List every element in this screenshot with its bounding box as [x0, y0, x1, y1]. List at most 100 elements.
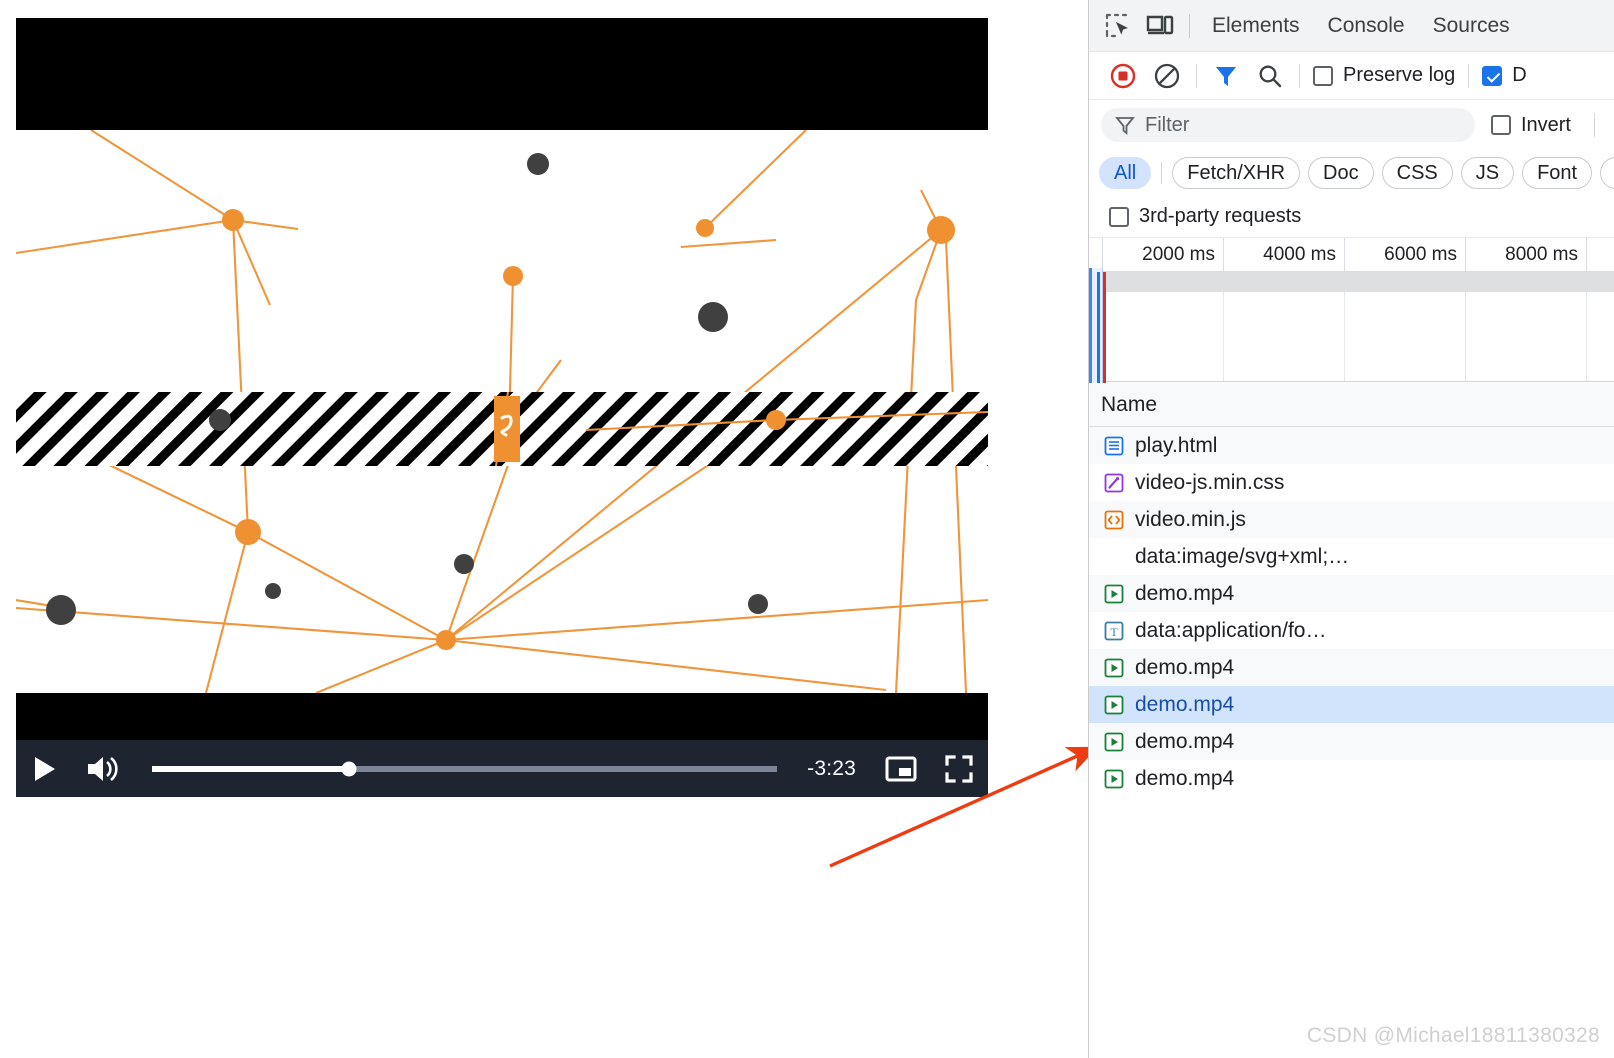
js-icon: [1103, 509, 1125, 531]
resource-type-filters: All Fetch/XHR Doc CSS JS Font Im: [1089, 150, 1614, 196]
time-remaining: -3:23: [807, 756, 856, 780]
browser-page-pane: -3:23: [0, 0, 1088, 1058]
tab-console[interactable]: Console: [1314, 0, 1419, 52]
request-name: demo.mp4: [1135, 655, 1235, 679]
video-letterbox-bottom: [16, 693, 988, 740]
request-name: play.html: [1135, 433, 1218, 457]
video-control-bar[interactable]: -3:23: [16, 740, 988, 797]
type-filter-doc[interactable]: Doc: [1308, 157, 1374, 189]
third-party-row: 3rd-party requests: [1089, 196, 1614, 238]
filter-icon[interactable]: [1204, 54, 1248, 98]
table-row[interactable]: demo.mp4: [1089, 760, 1614, 797]
invert-checkbox[interactable]: Invert: [1485, 114, 1577, 137]
disable-cache-label: D: [1512, 64, 1527, 86]
third-party-checkbox[interactable]: 3rd-party requests: [1103, 205, 1307, 228]
table-row[interactable]: demo.mp4: [1089, 649, 1614, 686]
type-filter-js[interactable]: JS: [1460, 157, 1515, 189]
network-graph-visualization: [16, 130, 988, 693]
screenshot-root: -3:23 Elements Console Sources Preserve …: [0, 0, 1614, 1058]
preserve-log-label: Preserve log: [1343, 64, 1456, 86]
column-header-name[interactable]: Name: [1097, 393, 1157, 417]
media-icon: [1103, 694, 1125, 716]
third-party-box[interactable]: [1109, 206, 1129, 227]
tab-elements[interactable]: Elements: [1198, 0, 1314, 52]
table-row[interactable]: demo.mp4: [1089, 575, 1614, 612]
request-name: data:application/fo…: [1135, 618, 1327, 642]
disable-cache-checkbox[interactable]: D: [1476, 64, 1532, 87]
progress-handle[interactable]: [341, 761, 357, 776]
table-row[interactable]: demo.mp4: [1089, 723, 1614, 760]
overview-ruler: 2000 ms 4000 ms 6000 ms 8000 ms: [1093, 238, 1614, 272]
devtools-panel: Elements Console Sources Preserve log D …: [1088, 0, 1614, 1058]
table-row[interactable]: video.min.js: [1089, 501, 1614, 538]
third-party-label: 3rd-party requests: [1139, 205, 1302, 227]
overview-grid: [1093, 292, 1614, 382]
fullscreen-button[interactable]: [930, 740, 988, 797]
ruler-tick-6000: 6000 ms: [1345, 238, 1466, 271]
ruler-tick-8000: 8000 ms: [1466, 238, 1587, 271]
toolbar-divider-2: [1299, 63, 1300, 88]
progress-slider[interactable]: [132, 740, 795, 797]
filter-row: Filter Invert: [1089, 100, 1614, 150]
table-row[interactable]: T data:application/fo…: [1089, 612, 1614, 649]
preserve-log-box[interactable]: [1313, 65, 1333, 86]
device-toolbar-icon[interactable]: [1139, 5, 1181, 47]
doc-icon: [1103, 435, 1125, 457]
request-name: demo.mp4: [1135, 692, 1235, 716]
type-filter-all[interactable]: All: [1099, 157, 1152, 189]
network-overview[interactable]: 2000 ms 4000 ms 6000 ms 8000 ms: [1089, 238, 1614, 383]
play-button[interactable]: [16, 740, 74, 797]
video-player[interactable]: -3:23: [16, 18, 988, 797]
request-name: demo.mp4: [1135, 766, 1235, 790]
tabbar-divider: [1189, 13, 1190, 38]
type-filter-font[interactable]: Font: [1522, 157, 1593, 189]
invert-label: Invert: [1520, 113, 1571, 136]
inspect-element-icon[interactable]: [1097, 5, 1139, 47]
media-icon: [1103, 731, 1125, 753]
invert-box[interactable]: [1490, 115, 1511, 135]
table-row[interactable]: play.html: [1089, 427, 1614, 464]
progress-track[interactable]: [152, 761, 778, 776]
devtools-tabbar: Elements Console Sources: [1089, 0, 1614, 52]
filter-divider: [1594, 113, 1595, 137]
toolbar-divider-1: [1196, 63, 1197, 88]
page-top-strip: [0, 0, 1088, 8]
requests-table: Name play.html video-js.min.css video.mi…: [1089, 383, 1614, 797]
overview-grid-cell: [1103, 292, 1224, 381]
search-icon[interactable]: [1248, 54, 1292, 98]
clear-icon[interactable]: [1145, 54, 1189, 98]
filter-funnel-icon: [1115, 117, 1135, 135]
load-event-marker: [1103, 272, 1106, 383]
svg-text:T: T: [1110, 625, 1118, 639]
request-name: demo.mp4: [1135, 581, 1235, 605]
table-row[interactable]: video-js.min.css: [1089, 464, 1614, 501]
overview-selection-window[interactable]: [1089, 268, 1103, 383]
preserve-log-checkbox[interactable]: Preserve log: [1307, 64, 1461, 87]
type-filter-img[interactable]: Im: [1600, 157, 1614, 189]
css-icon: [1103, 472, 1125, 494]
watermark: CSDN @Michael18811380328: [1306, 1024, 1600, 1047]
disable-cache-box[interactable]: [1482, 65, 1503, 86]
filter-input[interactable]: Filter: [1101, 108, 1475, 142]
record-icon[interactable]: [1101, 54, 1145, 98]
toolbar-divider-3: [1468, 63, 1470, 88]
ruler-tick-4000: 4000 ms: [1224, 238, 1345, 271]
overview-grid-cell: [1345, 292, 1466, 381]
request-name: video-js.min.css: [1135, 470, 1285, 494]
filter-placeholder: Filter: [1145, 113, 1190, 136]
table-row[interactable]: data:image/svg+xml;…: [1089, 538, 1614, 575]
type-filter-fetch-xhr[interactable]: Fetch/XHR: [1172, 157, 1301, 189]
picture-in-picture-button[interactable]: [872, 740, 930, 797]
overview-grid-cell: [1224, 292, 1345, 381]
requests-table-header: Name: [1089, 383, 1614, 427]
mute-button[interactable]: [74, 740, 132, 797]
type-filter-css[interactable]: CSS: [1381, 157, 1453, 189]
table-row-selected[interactable]: demo.mp4: [1089, 686, 1614, 723]
request-name: demo.mp4: [1135, 729, 1235, 753]
video-letterbox-top: [16, 18, 988, 130]
tab-sources[interactable]: Sources: [1419, 0, 1524, 52]
orange-marker-tile: [494, 396, 520, 462]
ruler-spacer: [1093, 238, 1103, 271]
media-icon: [1103, 657, 1125, 679]
ruler-tick-2000: 2000 ms: [1103, 238, 1224, 271]
